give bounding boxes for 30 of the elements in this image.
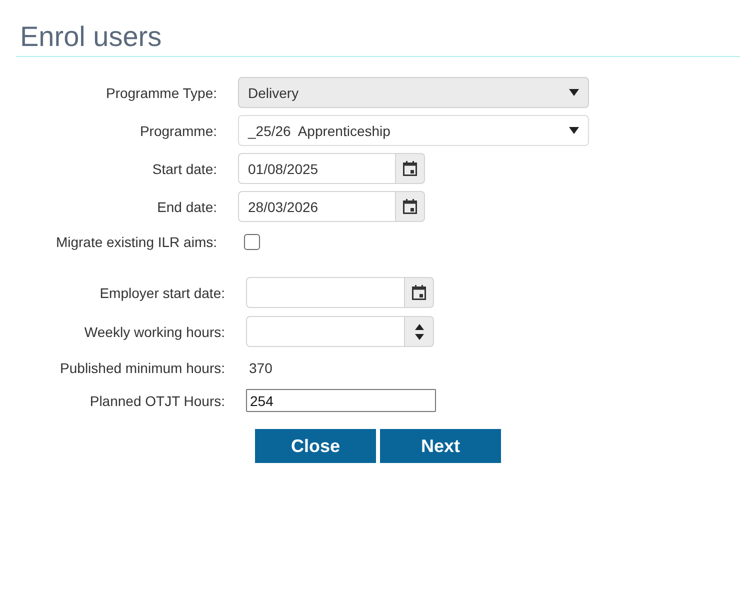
dialog-button[interactable]: Close (255, 429, 376, 463)
dropdown[interactable]: _25/26 Apprenticeship (238, 115, 589, 146)
down-arrow-icon[interactable] (414, 334, 424, 340)
page-title: Enrol users (20, 20, 162, 54)
field-label: Migrate existing ILR aims: (56, 234, 217, 250)
calendar-icon (403, 161, 417, 176)
calendar-button[interactable] (395, 191, 425, 222)
caret-icon (569, 127, 579, 134)
calendar-button[interactable] (404, 277, 434, 308)
field-label: End date: (157, 198, 217, 214)
field-label: Employer start date: (100, 284, 225, 300)
date-input[interactable] (246, 277, 404, 308)
field-label: Programme Type: (106, 84, 217, 100)
calendar-icon (412, 285, 426, 300)
up-arrow-icon[interactable] (414, 324, 424, 330)
calendar-button[interactable] (395, 153, 425, 184)
field-value: 370 (248, 360, 272, 376)
dialog-button[interactable]: Next (380, 429, 501, 463)
checkbox[interactable] (244, 234, 260, 250)
input-field[interactable]: 254 (246, 389, 436, 412)
field-label: Weekly working hours: (84, 324, 225, 340)
date-input[interactable]: 01/08/2025 (238, 153, 395, 184)
calendar-icon (403, 199, 417, 214)
date-input[interactable]: 28/03/2026 (238, 191, 395, 222)
number-input[interactable] (246, 316, 404, 347)
field-label: Programme: (140, 122, 217, 138)
field-label: Planned OTJT Hours: (90, 392, 225, 408)
caret-icon (569, 89, 579, 96)
field-label: Published minimum hours: (60, 360, 225, 376)
field-label: Start date: (152, 160, 217, 176)
